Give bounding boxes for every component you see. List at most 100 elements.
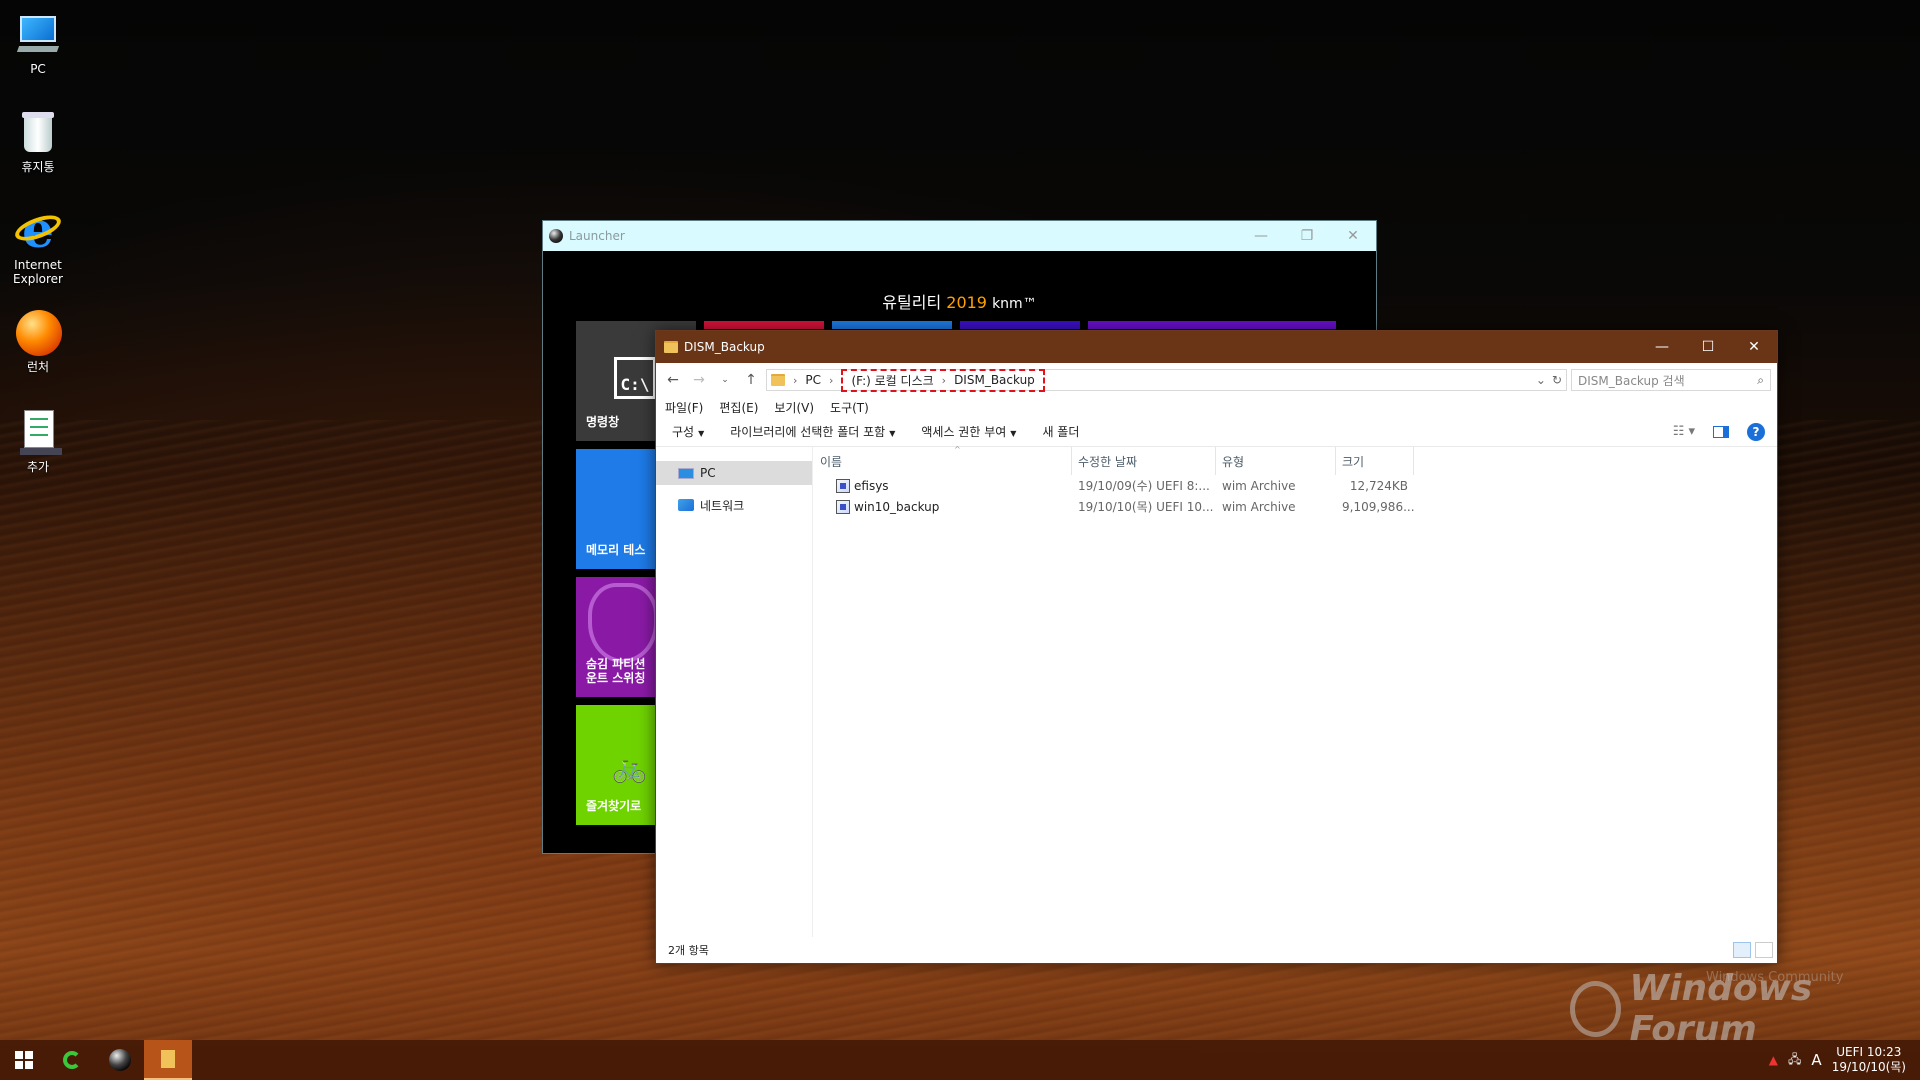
column-header-name[interactable]: 이름 <box>814 447 1072 475</box>
status-bar: 2개 항목 <box>656 937 1777 963</box>
back-arrow-icon[interactable]: ← <box>662 369 684 391</box>
tile-strip-blue[interactable] <box>832 321 952 329</box>
nav-item-pc[interactable]: PC <box>656 461 812 485</box>
explorer-titlebar[interactable]: DISM_Backup — ☐ ✕ <box>656 331 1777 363</box>
internet-explorer-icon: e <box>12 205 64 255</box>
launcher-title: Launcher <box>569 229 625 243</box>
up-arrow-tray-icon[interactable]: ▲ <box>1769 1053 1778 1067</box>
caret-down-icon: ▼ <box>698 429 705 438</box>
taskbar-launcher-app[interactable] <box>96 1040 144 1080</box>
close-button[interactable]: ✕ <box>1731 331 1777 363</box>
nav-item-network[interactable]: 네트워크 <box>656 493 812 517</box>
menu-edit[interactable]: 편집(E) <box>719 399 758 416</box>
menu-view[interactable]: 보기(V) <box>774 399 814 416</box>
recent-locations-chevron-icon[interactable]: ⌄ <box>714 369 736 391</box>
search-icon[interactable]: ⌕ <box>1757 373 1764 388</box>
minimize-button[interactable]: — <box>1238 221 1284 251</box>
preview-pane-icon[interactable] <box>1713 425 1729 438</box>
details-view-icon[interactable] <box>1733 942 1751 958</box>
tile-favorites[interactable]: 🚲 즐겨찾기로 <box>576 705 656 825</box>
desktop-icon-pc[interactable]: PC <box>6 10 70 76</box>
caret-down-icon: ▼ <box>1010 429 1017 438</box>
taskbar: ▲ 🖧 A UEFI 10:23 19/10/10(목) <box>0 1040 1920 1080</box>
ime-indicator[interactable]: A <box>1811 1051 1821 1069</box>
desktop-icon-internet-explorer[interactable]: e Internet Explorer <box>6 205 70 286</box>
address-row: ← → ⌄ ↑ › PC › (F:) 로컬 디스크 › DISM_Backup… <box>656 363 1777 397</box>
launcher-titlebar[interactable]: Launcher — ❐ ✕ <box>543 221 1376 251</box>
tile-strip-red[interactable] <box>704 321 824 329</box>
taskbar-refresh-app[interactable] <box>48 1040 96 1080</box>
help-icon[interactable]: ? <box>1747 422 1765 441</box>
wim-file-icon <box>836 499 850 514</box>
new-folder-button[interactable]: 새 폴더 <box>1042 423 1079 440</box>
file-name: efisys <box>854 478 889 493</box>
taskbar-explorer-app[interactable] <box>144 1040 192 1080</box>
clock-date: 19/10/10(목) <box>1831 1060 1906 1074</box>
watermark: Windows Forum <box>1570 968 1920 1050</box>
share-with-button[interactable]: 액세스 권한 부여 ▼ <box>921 423 1016 440</box>
tile-label: 숨김 파티션 운트 스위칭 <box>586 657 646 685</box>
chevron-right-icon: › <box>829 373 834 387</box>
command-prompt-icon: C:\ <box>614 357 656 399</box>
breadcrumb-drive[interactable]: (F:) 로컬 디스크 <box>851 372 933 389</box>
column-header-type[interactable]: 유형 <box>1216 447 1336 475</box>
forward-arrow-icon[interactable]: → <box>688 369 710 391</box>
tile-label: 메모리 테스 <box>586 543 646 557</box>
large-icons-view-icon[interactable] <box>1755 942 1773 958</box>
organize-button[interactable]: 구성 ▼ <box>672 423 704 440</box>
item-count: 2개 항목 <box>668 944 709 957</box>
start-button[interactable] <box>0 1040 48 1080</box>
tile-hidden-partition[interactable]: 숨김 파티션 운트 스위칭 <box>576 577 658 697</box>
windows-forum-logo-icon <box>1570 981 1622 1037</box>
launcher-ball-icon <box>109 1049 131 1071</box>
command-bar: 구성 ▼ 라이브러리에 선택한 폴더 포함 ▼ 액세스 권한 부여 ▼ 새 폴더 ☷ … <box>656 417 1777 447</box>
file-size: 12,724KB <box>1349 478 1408 493</box>
file-date: 19/10/09(수) UEFI 8:... <box>1078 479 1210 493</box>
guitar-pick-icon <box>588 583 658 663</box>
heading-brand: knm™ <box>992 296 1037 312</box>
include-in-library-button[interactable]: 라이브러리에 선택한 폴더 포함 ▼ <box>730 423 895 440</box>
computer-icon <box>678 467 694 479</box>
file-size: 9,109,986... <box>1342 499 1414 514</box>
up-arrow-icon[interactable]: ↑ <box>740 369 762 391</box>
column-header-size[interactable]: 크기 <box>1336 447 1414 475</box>
file-type: wim Archive <box>1222 478 1296 493</box>
desktop-icon-recycle-bin[interactable]: 휴지통 <box>6 108 70 174</box>
file-row[interactable]: efisys 19/10/09(수) UEFI 8:... wim Archiv… <box>814 475 1777 496</box>
launcher-app-icon <box>549 229 563 243</box>
sort-ascending-icon: ^ <box>954 445 961 454</box>
restore-button[interactable]: ❐ <box>1284 221 1330 251</box>
menu-tools[interactable]: 도구(T) <box>830 399 869 416</box>
menu-file[interactable]: 파일(F) <box>665 399 703 416</box>
minimize-button[interactable]: — <box>1639 331 1685 363</box>
desktop-icon-launcher[interactable]: 런처 <box>6 308 70 374</box>
breadcrumb-folder[interactable]: DISM_Backup <box>954 373 1035 387</box>
file-row[interactable]: win10_backup 19/10/10(목) UEFI 10... wim … <box>814 496 1777 517</box>
clock[interactable]: UEFI 10:23 19/10/10(목) <box>1832 1045 1906 1075</box>
breadcrumb-pc[interactable]: PC <box>805 373 821 387</box>
file-date: 19/10/10(목) UEFI 10... <box>1078 500 1214 514</box>
network-tray-icon[interactable]: 🖧 <box>1788 1050 1801 1071</box>
address-dropdown-icon[interactable]: ⌄ <box>1536 373 1546 387</box>
windows-logo-icon <box>15 1051 33 1069</box>
clock-time: UEFI 10:23 <box>1836 1045 1902 1059</box>
maximize-button[interactable]: ☐ <box>1685 331 1731 363</box>
desktop-icon-add[interactable]: 추가 <box>6 408 70 474</box>
share-label: 액세스 권한 부여 <box>921 425 1007 439</box>
tile-strip-indigo[interactable] <box>960 321 1080 329</box>
network-icon <box>678 499 694 511</box>
column-header-date[interactable]: 수정한 날짜 <box>1072 447 1216 475</box>
system-tray: ▲ 🖧 A UEFI 10:23 19/10/10(목) <box>1769 1045 1920 1075</box>
address-bar[interactable]: › PC › (F:) 로컬 디스크 › DISM_Backup ⌄ ↻ <box>766 368 1567 392</box>
tile-strip-purple[interactable] <box>1088 321 1336 329</box>
close-button[interactable]: ✕ <box>1330 221 1376 251</box>
view-options-icon[interactable]: ☷ ▾ <box>1673 424 1695 439</box>
tile-label: 즐겨찾기로 <box>586 799 642 813</box>
watermark-text: Windows Forum <box>1629 968 1813 1050</box>
tile-memory-test[interactable]: 메모리 테스 <box>576 449 656 569</box>
heading-year: 2019 <box>946 293 987 312</box>
refresh-icon[interactable]: ↻ <box>1552 373 1562 387</box>
bicycle-icon: 🚲 <box>612 751 647 784</box>
refresh-icon <box>63 1051 81 1069</box>
search-input[interactable]: DISM_Backup 검색 ⌕ <box>1571 369 1771 391</box>
